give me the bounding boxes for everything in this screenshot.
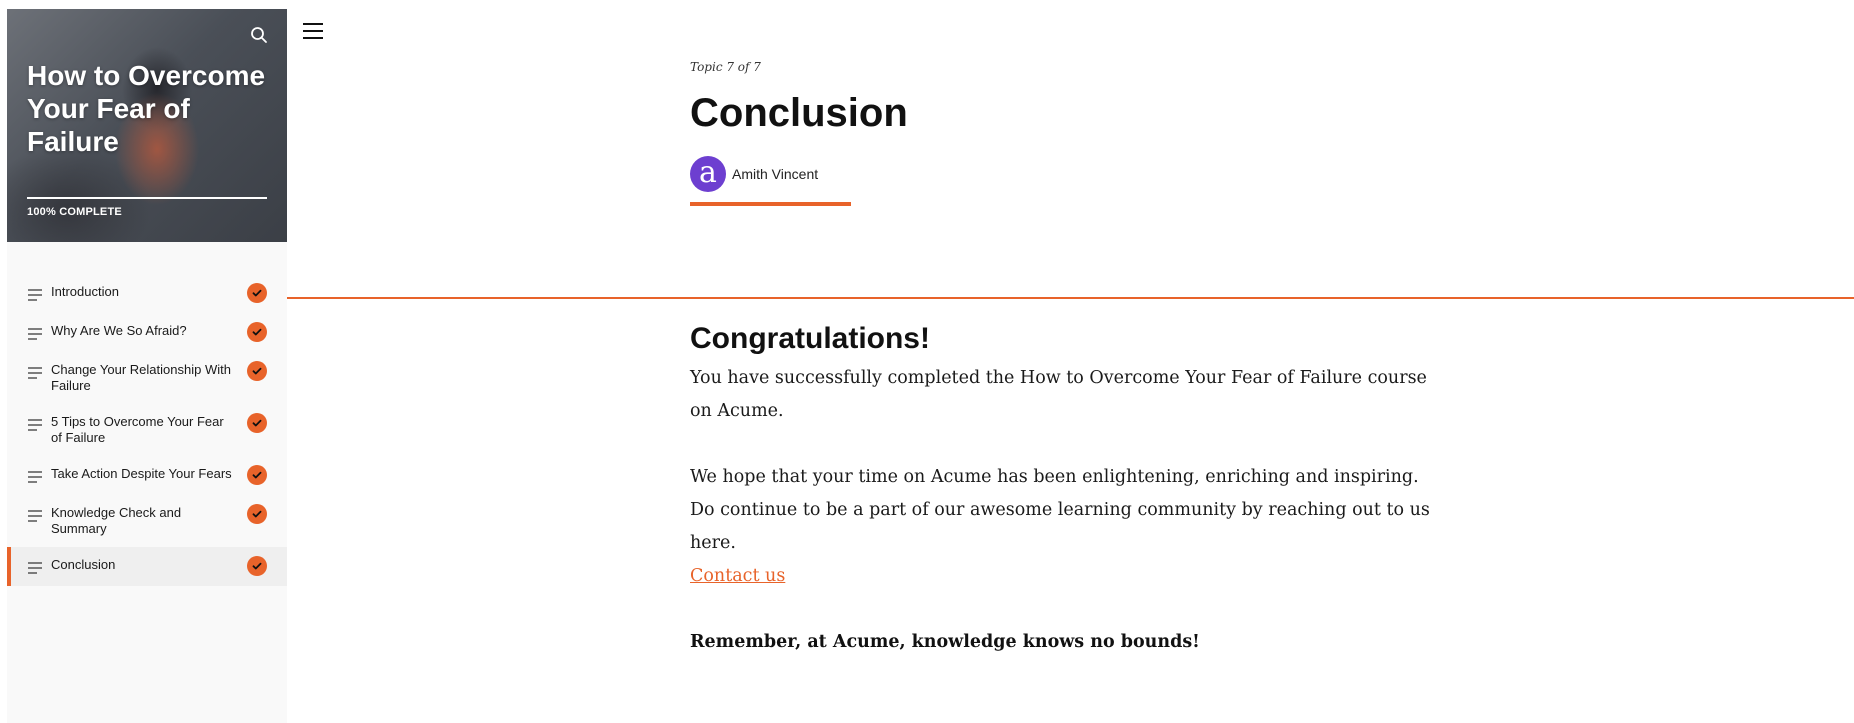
author-name: Amith Vincent: [732, 166, 819, 182]
check-icon: [247, 504, 267, 524]
lesson-item-five-tips[interactable]: 5 Tips to Overcome Your Fear of Failure: [7, 404, 287, 456]
closing-statement: Remember, at Acume, knowledge knows no b…: [690, 632, 1200, 652]
contact-us-link[interactable]: Contact us: [690, 566, 785, 586]
content-paragraph: You have successfully completed the How …: [690, 368, 1427, 421]
app: How to Overcome Your Fear of Failure 100…: [0, 0, 1854, 723]
lines-icon: [27, 509, 43, 523]
lesson-item-conclusion[interactable]: Conclusion: [7, 547, 287, 586]
title-underline: [690, 202, 851, 206]
lesson-header: Topic 7 of 7 Conclusion a Amith Vincent: [690, 60, 1410, 206]
lesson-label: Conclusion: [51, 557, 116, 572]
check-icon: [247, 322, 267, 342]
lesson-item-introduction[interactable]: Introduction: [7, 274, 287, 313]
lesson-label: 5 Tips to Overcome Your Fear of Failure: [51, 414, 224, 445]
check-icon: [247, 361, 267, 381]
lesson-item-knowledge-check[interactable]: Knowledge Check and Summary: [7, 495, 287, 547]
lesson-content: Congratulations! You have successfully c…: [690, 320, 1430, 659]
author: a Amith Vincent: [690, 156, 1410, 192]
course-progress-bar: [27, 197, 267, 199]
course-hero: How to Overcome Your Fear of Failure 100…: [7, 9, 287, 242]
lines-icon: [27, 327, 43, 341]
lesson-item-take-action[interactable]: Take Action Despite Your Fears: [7, 456, 287, 495]
lines-icon: [27, 288, 43, 302]
hamburger-menu-icon[interactable]: [302, 22, 324, 40]
avatar: a: [690, 156, 726, 192]
page-title: Conclusion: [690, 91, 908, 135]
content-paragraph-text: We hope that your time on Acume has been…: [690, 467, 1430, 553]
course-progress-label: 100% COMPLETE: [27, 206, 122, 218]
lines-icon: [27, 561, 43, 575]
lesson-label: Take Action Despite Your Fears: [51, 466, 232, 481]
lesson-item-change-relationship[interactable]: Change Your Relationship With Failure: [7, 352, 287, 404]
lesson-label: Introduction: [51, 284, 119, 299]
lines-icon: [27, 366, 43, 380]
search-icon[interactable]: [249, 25, 269, 45]
lesson-label: Knowledge Check and Summary: [51, 505, 182, 536]
topic-count: Topic 7 of 7: [690, 60, 761, 74]
lesson-label: Change Your Relationship With Failure: [51, 362, 231, 393]
content-paragraph: We hope that your time on Acume has been…: [690, 461, 1430, 593]
lesson-label: Why Are We So Afraid?: [51, 323, 187, 338]
check-icon: [247, 413, 267, 433]
content-heading: Congratulations!: [690, 322, 930, 355]
lines-icon: [27, 470, 43, 484]
check-icon: [247, 465, 267, 485]
lines-icon: [27, 418, 43, 432]
lesson-list: Introduction Why Are We So Afraid? Chang: [7, 274, 287, 586]
check-icon: [247, 556, 267, 576]
course-title: How to Overcome Your Fear of Failure: [27, 60, 266, 157]
lesson-item-why-afraid[interactable]: Why Are We So Afraid?: [7, 313, 287, 352]
section-divider: [287, 297, 1854, 299]
check-icon: [247, 283, 267, 303]
sidebar: How to Overcome Your Fear of Failure 100…: [7, 9, 287, 723]
